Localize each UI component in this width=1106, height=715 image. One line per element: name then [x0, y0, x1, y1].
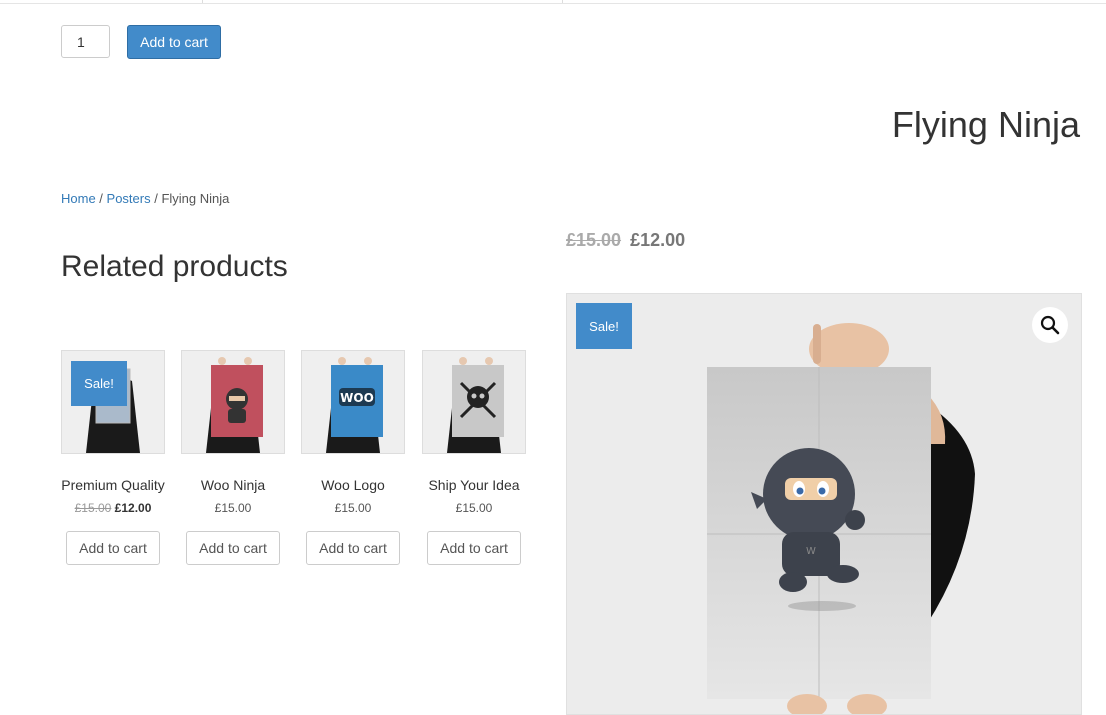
- price-sale: £12.00: [114, 501, 152, 515]
- product-price: £15.00: [214, 501, 252, 515]
- sale-badge: Sale!: [71, 361, 127, 406]
- product-price: £15.00 £12.00: [61, 501, 165, 515]
- related-products-heading: Related products: [61, 250, 288, 283]
- price-sale: £12.00: [630, 230, 686, 250]
- breadcrumb-posters-link[interactable]: Posters: [107, 191, 151, 206]
- product-gallery[interactable]: Sale! W: [566, 293, 1082, 715]
- product-name[interactable]: Premium Quality: [61, 476, 165, 495]
- add-to-cart-button[interactable]: Add to cart: [186, 531, 280, 565]
- sale-badge: Sale!: [576, 303, 632, 349]
- svg-text:W: W: [806, 546, 816, 557]
- product-thumbnail[interactable]: [422, 350, 526, 454]
- top-divider: [0, 0, 1106, 4]
- divider-tick: [202, 0, 203, 3]
- product-name[interactable]: Woo Logo: [301, 476, 405, 495]
- add-to-cart-button[interactable]: Add to cart: [306, 531, 400, 565]
- add-to-cart-button[interactable]: Add to cart: [127, 25, 221, 59]
- product-thumbnail[interactable]: [181, 350, 285, 454]
- poster-image: [182, 351, 284, 453]
- quantity-input[interactable]: [61, 25, 110, 58]
- related-product-card: WOO Woo Logo £15.00 Add to cart: [301, 350, 405, 565]
- add-to-cart-button[interactable]: Add to cart: [66, 531, 160, 565]
- svg-text:WOO: WOO: [340, 391, 374, 405]
- product-price: £15.00: [455, 501, 493, 515]
- magnifier-icon[interactable]: [1032, 307, 1068, 343]
- related-product-card: Sale! Premium Quality £15.00 £12.00 Add …: [61, 350, 165, 565]
- divider-tick: [562, 0, 563, 3]
- related-product-card: Ship Your Idea £15.00 Add to cart: [422, 350, 526, 565]
- product-thumbnail[interactable]: WOO: [301, 350, 405, 454]
- product-main-image: W: [567, 294, 1081, 714]
- add-to-cart-button[interactable]: Add to cart: [427, 531, 521, 565]
- product-price: £15.00 £12.00: [566, 230, 685, 251]
- breadcrumb-home-link[interactable]: Home: [61, 191, 96, 206]
- price-original: £15.00: [74, 501, 112, 515]
- product-name[interactable]: Woo Ninja: [181, 476, 285, 495]
- breadcrumb: Home / Posters / Flying Ninja: [61, 191, 229, 206]
- product-price: £15.00: [334, 501, 372, 515]
- price-original: £15.00: [566, 230, 622, 250]
- poster-image: WOO: [302, 351, 404, 453]
- breadcrumb-separator: /: [95, 191, 107, 206]
- poster-image: [423, 351, 525, 453]
- product-name[interactable]: Ship Your Idea: [422, 476, 526, 495]
- product-thumbnail[interactable]: Sale!: [61, 350, 165, 454]
- related-product-card: Woo Ninja £15.00 Add to cart: [181, 350, 285, 565]
- breadcrumb-separator: /: [150, 191, 162, 206]
- product-title: Flying Ninja: [891, 104, 1080, 145]
- breadcrumb-current: Flying Ninja: [161, 191, 230, 206]
